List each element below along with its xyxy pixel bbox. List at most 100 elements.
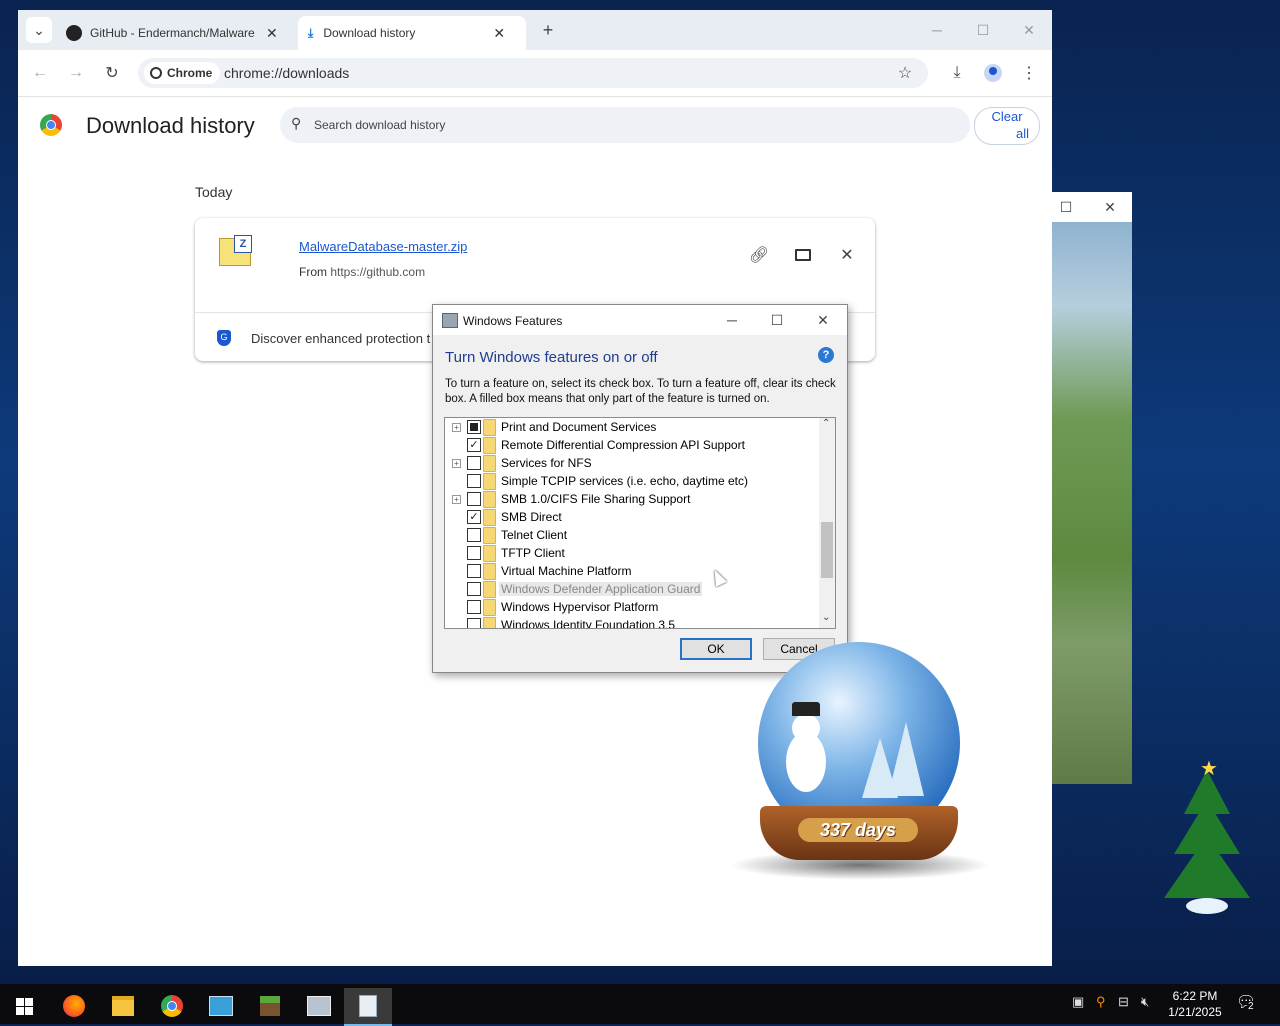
start-button[interactable] [0, 988, 48, 1024]
feature-label: Virtual Machine Platform [501, 564, 632, 578]
windows-start-icon [15, 997, 33, 1015]
vertical-scrollbar[interactable]: ⌃ ⌄ [819, 418, 835, 628]
folder-icon [795, 249, 811, 261]
dialog-description: To turn a feature on, select its check b… [445, 378, 836, 405]
days-counter: 337 days [798, 818, 918, 842]
feature-checkbox[interactable] [467, 546, 481, 560]
feature-row[interactable]: ✓ SMB Direct [445, 508, 819, 526]
folder-icon [483, 527, 496, 544]
volume-muted-icon[interactable]: 🔇︎ [1141, 994, 1149, 1010]
feature-row[interactable]: ✓ Remote Differential Compression API Sup… [445, 436, 819, 454]
close-dialog-button[interactable]: ✕ [810, 307, 836, 333]
close-icon[interactable]: ✕ [493, 25, 505, 42]
feature-row[interactable]: Windows Defender Application Guard [445, 580, 819, 598]
plus-icon: + [542, 19, 554, 40]
search-tray-icon[interactable]: ⚲ [1096, 994, 1106, 1010]
scrollbar-thumb[interactable] [821, 522, 833, 578]
menu-button[interactable]: ⋮ [1016, 60, 1042, 86]
downloads-button[interactable]: ⤓ [944, 60, 970, 86]
tab-search-button[interactable]: ⌄ [26, 17, 52, 43]
tray-app-icon[interactable]: ▣ [1072, 994, 1084, 1010]
reload-icon: ↻ [105, 65, 119, 82]
taskbar-notepad[interactable] [344, 988, 392, 1026]
shield-icon: G [217, 330, 231, 346]
close-window-button[interactable]: ✕ [1016, 17, 1042, 43]
feature-checkbox[interactable]: ✓ [467, 438, 481, 452]
new-tab-button[interactable]: + [535, 17, 561, 43]
expand-icon[interactable]: + [452, 495, 461, 504]
forward-button[interactable]: → [63, 60, 89, 86]
bookmark-button[interactable]: ☆ [892, 60, 918, 86]
feature-checkbox[interactable] [467, 528, 481, 542]
maximize-button[interactable]: ☐ [764, 307, 790, 333]
scroll-down-icon[interactable]: ⌄ [822, 612, 830, 623]
landscape-image [1052, 222, 1132, 784]
taskbar-chrome[interactable] [148, 988, 196, 1024]
tab-download-history[interactable]: ⤓ Download history ✕ [298, 16, 526, 50]
feature-row[interactable]: + SMB 1.0/CIFS File Sharing Support [445, 490, 819, 508]
feature-row[interactable]: Simple TCPIP services (i.e. echo, daytim… [445, 472, 819, 490]
ok-button[interactable]: OK [680, 638, 752, 660]
taskbar-clock[interactable]: 6:22 PM 1/21/2025 [1160, 988, 1230, 1020]
search-download-history[interactable]: ⚲ Search download history [280, 107, 970, 143]
remove-download-button[interactable]: ✕ [834, 242, 860, 268]
site-info-chip[interactable]: Chrome [144, 62, 221, 84]
show-in-folder-button[interactable] [790, 242, 816, 268]
feature-checkbox[interactable]: ✓ [467, 510, 481, 524]
more-vertical-icon: ⋮ [1021, 65, 1037, 82]
scroll-up-icon[interactable]: ⌃ [822, 418, 830, 429]
taskbar-control-panel[interactable] [197, 988, 245, 1024]
copy-link-button[interactable]: 🔗︎ [746, 242, 772, 268]
feature-row[interactable]: + Services for NFS [445, 454, 819, 472]
feature-checkbox[interactable] [467, 600, 481, 614]
feature-checkbox[interactable] [467, 492, 481, 506]
help-icon[interactable]: ? [818, 347, 834, 363]
feature-checkbox[interactable] [467, 564, 481, 578]
network-icon[interactable]: ⊟ [1118, 994, 1129, 1010]
folder-icon [483, 545, 496, 562]
back-button[interactable]: ← [27, 60, 53, 86]
url-text[interactable]: chrome://downloads [224, 65, 349, 81]
minimize-button[interactable]: ─ [924, 17, 950, 43]
search-input[interactable]: Search download history [314, 118, 445, 132]
feature-checkbox[interactable] [467, 456, 481, 470]
taskbar-file-explorer[interactable] [99, 988, 147, 1024]
maximize-icon: ☐ [1059, 198, 1073, 215]
feature-checkbox[interactable] [467, 420, 481, 434]
feature-checkbox[interactable] [467, 618, 481, 628]
feature-row[interactable]: Windows Identity Foundation 3.5 [445, 616, 819, 628]
feature-checkbox[interactable] [467, 582, 481, 596]
maximize-button[interactable]: ☐ [970, 17, 996, 43]
feature-row[interactable]: Windows Hypervisor Platform [445, 598, 819, 616]
profile-button[interactable] [980, 60, 1006, 86]
christmas-tree-widget[interactable]: ★ [1162, 756, 1252, 916]
enhanced-protection-banner[interactable]: Discover enhanced protection t [251, 331, 430, 346]
clear-all-label-1: Clear [991, 109, 1023, 124]
download-filename-link[interactable]: MalwareDatabase-master.zip [299, 239, 467, 254]
feature-row[interactable]: + Print and Document Services [445, 418, 819, 436]
taskbar-windows-features[interactable] [295, 988, 343, 1024]
arrow-left-icon: ← [32, 64, 48, 81]
feature-row[interactable]: Virtual Machine Platform [445, 562, 819, 580]
address-bar[interactable]: Chrome chrome://downloads ☆ [138, 58, 928, 88]
expand-icon[interactable]: + [452, 423, 461, 432]
arrow-right-icon: → [68, 64, 84, 81]
notification-center-button[interactable]: 💬︎ 2 [1236, 992, 1258, 1014]
maximize-button[interactable]: ☐ [1053, 194, 1079, 220]
taskbar-firefox[interactable] [50, 988, 98, 1024]
feature-checkbox[interactable] [467, 474, 481, 488]
feature-row[interactable]: Telnet Client [445, 526, 819, 544]
close-window-button[interactable]: ✕ [1097, 194, 1123, 220]
taskbar-minecraft[interactable] [246, 988, 294, 1024]
tab-title: Download history [323, 26, 416, 40]
tab-github[interactable]: GitHub - Endermanch/Malware ✕ [60, 16, 292, 50]
feature-row[interactable]: TFTP Client [445, 544, 819, 562]
clear-all-button[interactable]: Clear all [974, 107, 1040, 145]
reload-button[interactable]: ↻ [99, 60, 125, 86]
close-icon: ✕ [1104, 198, 1116, 215]
source-url: https://github.com [330, 265, 426, 279]
expand-icon[interactable]: + [452, 459, 461, 468]
close-icon[interactable]: ✕ [266, 25, 278, 42]
folder-icon [483, 581, 496, 598]
minimize-button[interactable]: ─ [719, 307, 745, 333]
